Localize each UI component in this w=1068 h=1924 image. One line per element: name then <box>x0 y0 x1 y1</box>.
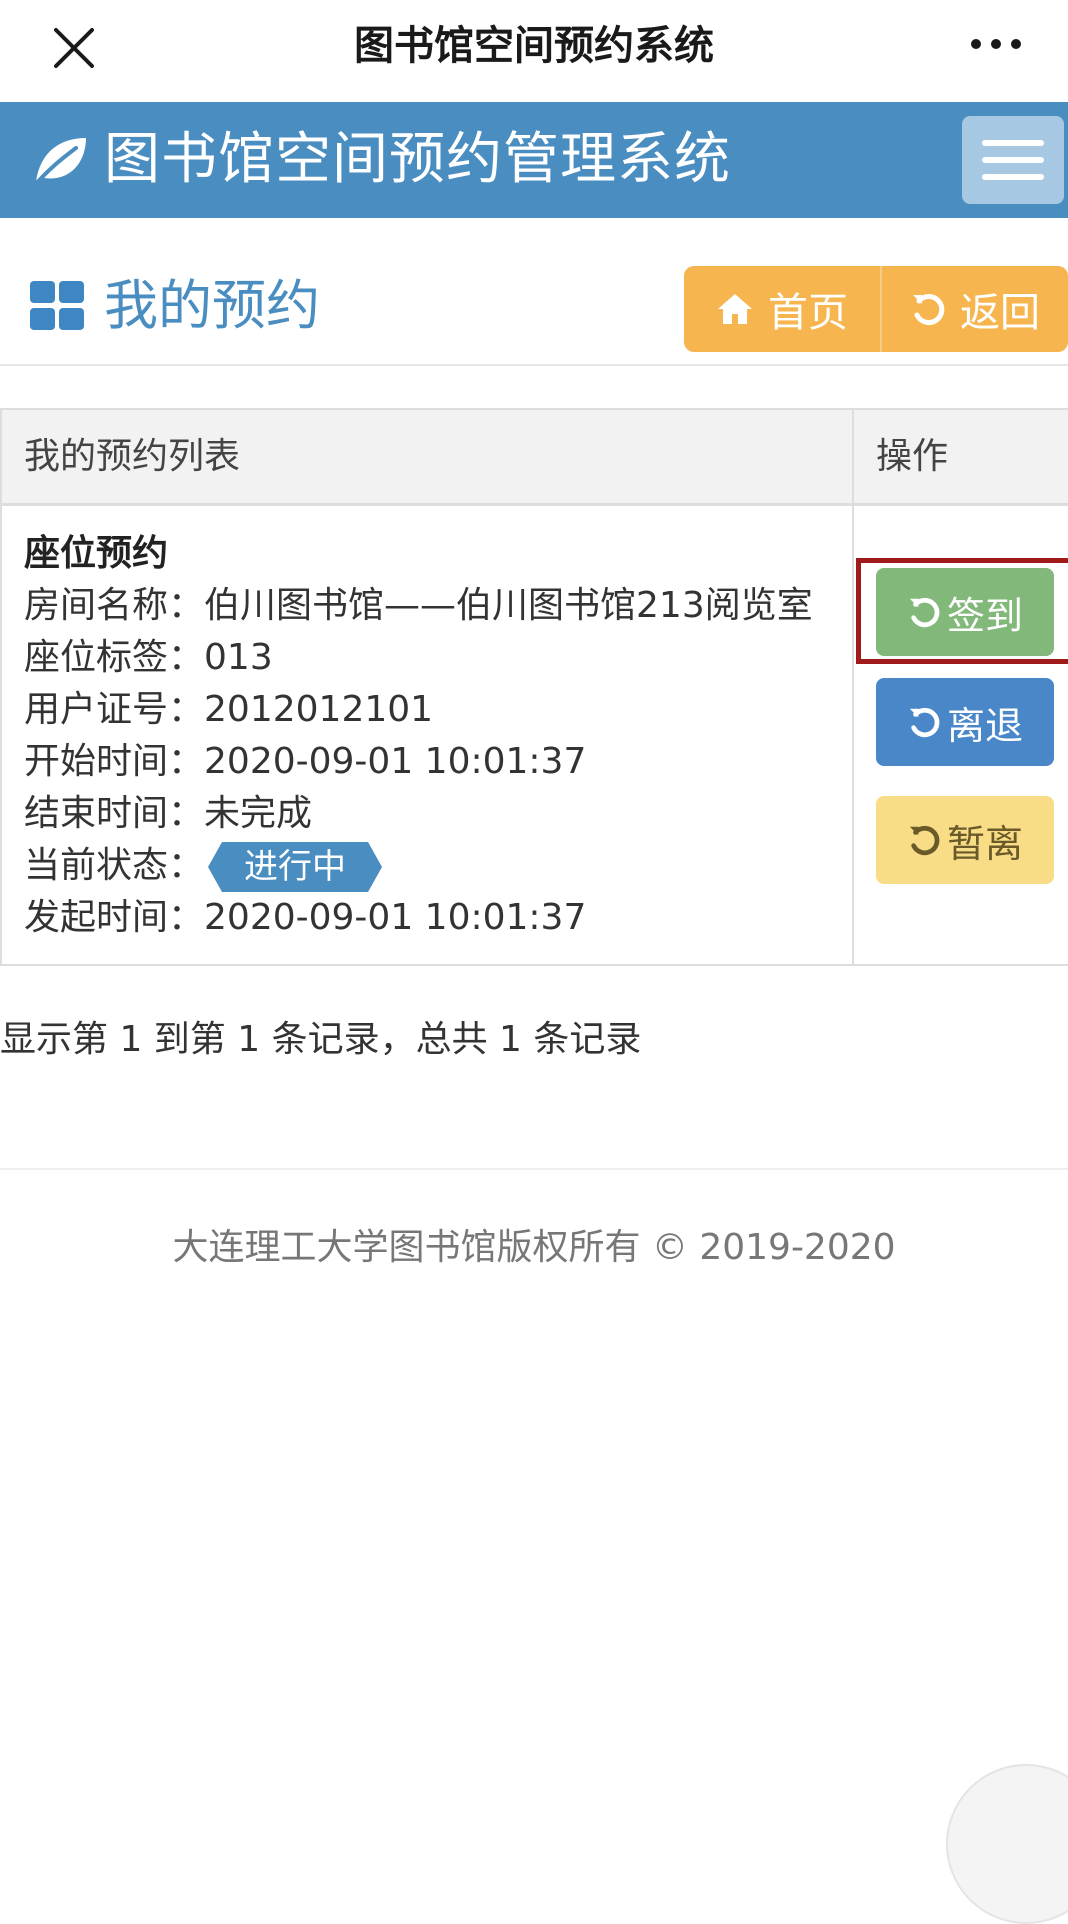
field-status: 当前状态： 进行中 <box>24 840 844 892</box>
field-label: 结束时间： <box>24 793 205 834</box>
home-button[interactable]: 首页 <box>684 266 882 352</box>
field-value: 2020-09-01 10:01:37 <box>204 741 587 782</box>
field-seat-label: 座位标签：013 <box>24 632 844 684</box>
signin-button-label: 签到 <box>946 593 1023 638</box>
leave-button[interactable]: 离退 <box>876 678 1054 766</box>
column-divider <box>852 410 854 966</box>
field-label: 房间名称： <box>24 585 205 626</box>
page-title: 我的预约 <box>104 274 320 337</box>
app-header: 图书馆空间预约管理系统 <box>0 102 1068 218</box>
field-label: 开始时间： <box>24 741 205 782</box>
back-button[interactable]: 返回 <box>882 266 1068 352</box>
status-badge: 进行中 <box>208 842 382 892</box>
field-value: 2012012101 <box>204 689 434 730</box>
field-label: 发起时间： <box>24 897 205 938</box>
grid-icon <box>30 281 86 331</box>
field-label: 用户证号： <box>24 689 205 730</box>
home-button-label: 首页 <box>768 290 848 336</box>
menu-toggle-button[interactable] <box>962 116 1064 204</box>
field-start-time: 开始时间：2020-09-01 10:01:37 <box>24 736 844 788</box>
field-value: 未完成 <box>204 793 313 834</box>
field-created-time: 发起时间：2020-09-01 10:01:37 <box>24 892 844 944</box>
menu-icon <box>982 157 1044 163</box>
field-room-name: 房间名称：伯川图书馆——伯川图书馆213阅览室 <box>24 580 844 632</box>
field-value: 伯川图书馆——伯川图书馆213阅览室 <box>204 585 813 626</box>
table-header-row: 我的预约列表 操作 <box>2 410 1068 506</box>
undo-icon <box>909 707 940 738</box>
menu-icon <box>982 140 1044 146</box>
reservation-table: 我的预约列表 操作 座位预约 房间名称：伯川图书馆——伯川图书馆213阅览室 座… <box>0 408 1068 966</box>
reservation-type: 座位预约 <box>24 533 169 574</box>
field-label: 当前状态： <box>24 845 205 886</box>
copyright-text: 大连理工大学图书馆版权所有 © 2019-2020 <box>172 1227 896 1268</box>
field-value: 2020-09-01 10:01:37 <box>204 897 587 938</box>
table-row: 座位预约 房间名称：伯川图书馆——伯川图书馆213阅览室 座位标签：013 用户… <box>24 528 844 944</box>
page-heading: 我的预约 首页 返回 <box>0 218 1068 366</box>
field-end-time: 结束时间：未完成 <box>24 788 844 840</box>
field-label: 座位标签： <box>24 637 205 678</box>
home-icon <box>718 294 752 324</box>
undo-icon <box>909 825 940 856</box>
column-header-actions: 操作 <box>876 436 949 477</box>
menu-icon <box>982 174 1044 180</box>
app-title: 图书馆空间预约管理系统 <box>104 127 731 192</box>
pause-button[interactable]: 暂离 <box>876 796 1054 884</box>
back-button-label: 返回 <box>960 290 1040 336</box>
footer-divider <box>0 1168 1068 1170</box>
field-value: 013 <box>204 637 273 678</box>
field-user-id: 用户证号：2012012101 <box>24 684 844 736</box>
signin-button[interactable]: 签到 <box>876 568 1054 656</box>
leave-button-label: 离退 <box>946 703 1023 748</box>
pagination-info: 显示第 1 到第 1 条记录，总共 1 条记录 <box>0 1019 642 1060</box>
leaf-icon <box>32 138 86 188</box>
pause-button-label: 暂离 <box>946 821 1023 866</box>
wechat-page-title: 图书馆空间预约系统 <box>354 23 714 69</box>
undo-icon <box>909 597 940 628</box>
more-icon[interactable] <box>964 24 1028 64</box>
wechat-title-bar: 图书馆空间预约系统 <box>0 0 1068 100</box>
nav-button-group: 首页 返回 <box>684 266 1068 352</box>
floating-action-button[interactable] <box>946 1764 1068 1924</box>
column-header-list: 我的预约列表 <box>24 436 241 477</box>
undo-icon <box>913 294 945 326</box>
